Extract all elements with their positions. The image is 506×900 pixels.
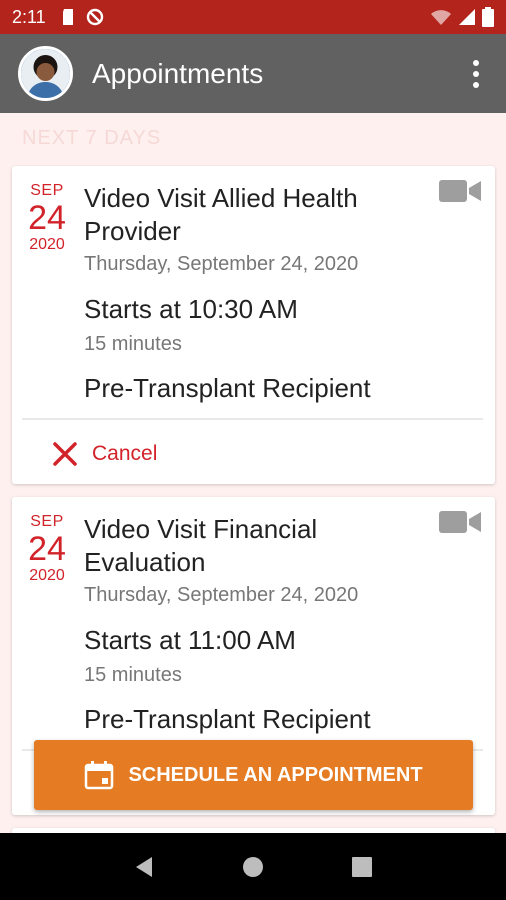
cancel-button[interactable]: Cancel — [52, 436, 157, 472]
appointment-card[interactable]: SEP 24 2020 Video Visit Allied Health Pr… — [12, 166, 495, 484]
video-camera-icon — [439, 511, 481, 533]
appointments-list: NEXT 7 DAYS SEP 24 2020 Video Visit Alli… — [0, 113, 506, 833]
date-day: 24 — [28, 530, 66, 568]
appointment-title: Video Visit Financial Evaluation — [84, 514, 318, 577]
appointment-start-time: Starts at 10:30 AM — [84, 294, 298, 324]
divider — [22, 418, 483, 420]
date-day: 24 — [28, 199, 66, 237]
home-icon[interactable] — [241, 855, 265, 879]
more-vert-icon[interactable] — [468, 60, 484, 88]
battery-icon — [482, 7, 494, 27]
close-icon — [53, 442, 77, 466]
appointment-type: Pre-Transplant Recipient — [84, 373, 371, 403]
no-sync-icon — [86, 8, 103, 26]
cancel-label: Cancel — [92, 442, 158, 465]
system-nav-bar — [0, 833, 506, 900]
date-block: SEP 24 2020 — [22, 513, 72, 585]
appointment-type: Pre-Transplant Recipient — [84, 704, 371, 734]
date-month: SEP — [30, 182, 64, 199]
status-bar: 2:11 — [0, 0, 506, 34]
schedule-appointment-button[interactable]: SCHEDULE AN APPOINTMENT — [34, 740, 473, 810]
schedule-button-label: SCHEDULE AN APPOINTMENT — [128, 763, 423, 786]
date-block: SEP 24 2020 — [22, 182, 72, 254]
appointment-duration: 15 minutes — [84, 333, 182, 355]
status-time: 2:11 — [12, 6, 46, 27]
calendar-icon — [85, 761, 114, 790]
appointment-date: Thursday, September 24, 2020 — [84, 584, 359, 606]
app-bar: Appointments — [0, 34, 506, 113]
section-label: NEXT 7 DAYS — [22, 127, 162, 149]
signal-icon — [459, 9, 475, 25]
appointment-title: Video Visit Allied Health Provider — [84, 183, 358, 246]
recents-icon[interactable] — [350, 855, 374, 879]
sd-card-icon — [62, 9, 73, 25]
avatar[interactable] — [18, 46, 73, 101]
page-title: Appointments — [92, 57, 264, 89]
date-month: SEP — [30, 513, 64, 530]
video-camera-icon — [439, 180, 481, 202]
date-year: 2020 — [29, 567, 65, 584]
appointment-date: Thursday, September 24, 2020 — [84, 253, 359, 275]
appointment-duration: 15 minutes — [84, 664, 182, 686]
wifi-icon — [431, 10, 451, 25]
appointment-start-time: Starts at 11:00 AM — [84, 625, 296, 655]
date-year: 2020 — [29, 236, 65, 253]
back-icon[interactable] — [132, 855, 156, 879]
